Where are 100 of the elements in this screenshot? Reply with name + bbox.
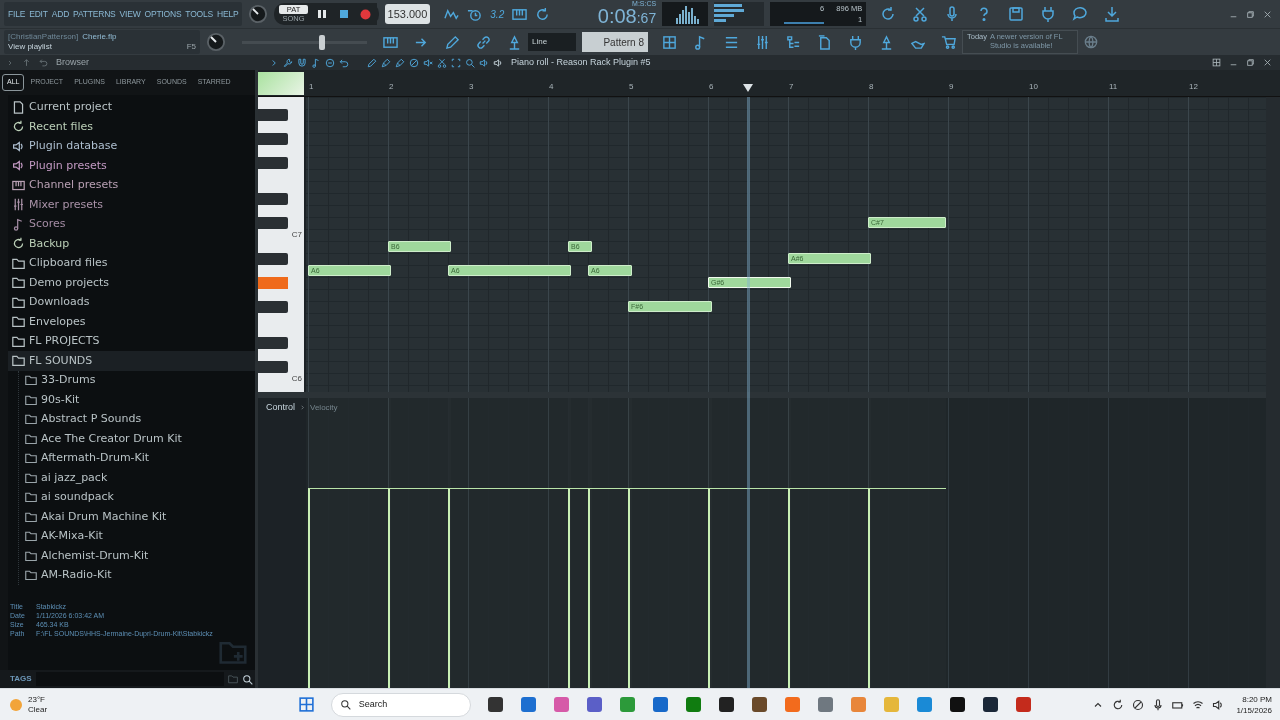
knob[interactable] <box>248 4 269 24</box>
app-icon[interactable] <box>948 696 966 713</box>
refresh-icon[interactable] <box>535 6 551 22</box>
plug-icon[interactable] <box>848 34 863 50</box>
tree-item[interactable]: Channel presets <box>8 175 255 195</box>
wrench-icon[interactable] <box>283 57 293 68</box>
tree-item[interactable]: Demo projects <box>8 273 255 293</box>
undo-icon[interactable] <box>339 57 349 68</box>
cut-icon[interactable] <box>437 57 447 68</box>
plug-icon[interactable] <box>1040 6 1057 22</box>
tree-item[interactable]: Aftermath-Drum-Kit <box>19 448 255 468</box>
cart-icon[interactable] <box>941 34 956 50</box>
list-icon[interactable] <box>724 34 739 50</box>
menu-item[interactable]: EDIT <box>29 7 48 21</box>
wave-icon[interactable] <box>444 6 460 22</box>
key-label: C7 <box>291 230 302 240</box>
select-icon[interactable] <box>451 57 461 68</box>
start-icon[interactable] <box>297 696 315 713</box>
app-icon[interactable] <box>486 696 504 713</box>
app-icon[interactable] <box>717 696 735 713</box>
circle-icon[interactable] <box>325 57 335 68</box>
pattern-selector[interactable]: Pattern 8 <box>582 32 648 52</box>
tree-item[interactable]: 90s-Kit <box>19 390 255 410</box>
grid-icon[interactable] <box>662 34 677 50</box>
keyboard-icon[interactable] <box>383 34 398 50</box>
caret-icon[interactable] <box>6 58 14 67</box>
grid-icon[interactable] <box>1212 58 1221 67</box>
refresh-icon[interactable] <box>880 6 897 22</box>
tempo-display[interactable]: 153.000 <box>384 3 431 25</box>
restore-icon[interactable] <box>1246 58 1255 67</box>
mixer-icon[interactable] <box>755 34 770 50</box>
folder-icon <box>12 256 25 270</box>
brush-icon[interactable] <box>381 57 391 68</box>
note-icon[interactable] <box>311 57 321 68</box>
tree-item[interactable]: Clipboard files <box>8 253 255 273</box>
undo-icon[interactable] <box>39 58 48 67</box>
magnet-icon[interactable] <box>297 57 307 68</box>
tree-item[interactable]: FL PROJECTS <box>8 331 255 351</box>
keyboard-icon[interactable] <box>512 6 528 22</box>
tree-item[interactable]: Akai Drum Machine Kit <box>19 507 255 527</box>
cut-icon[interactable] <box>912 6 929 22</box>
tree-item[interactable]: Current project <box>8 97 255 117</box>
close-icon[interactable] <box>1263 9 1272 19</box>
tree-icon[interactable] <box>786 34 801 50</box>
chat-icon[interactable] <box>1072 6 1089 22</box>
pages-icon[interactable] <box>817 34 832 50</box>
tree-item[interactable]: Alchemist-Drum-Kit <box>19 546 255 566</box>
tree-item[interactable]: ai jazz_pack <box>19 468 255 488</box>
link-icon[interactable] <box>476 34 491 50</box>
mute-icon[interactable] <box>423 57 433 68</box>
tree-item[interactable]: Plugin database <box>8 136 255 156</box>
wifi-icon[interactable] <box>1192 698 1205 711</box>
tree-item[interactable]: Envelopes <box>8 312 255 332</box>
pencil-icon[interactable] <box>445 34 460 50</box>
restore-icon[interactable] <box>1246 9 1255 19</box>
knob[interactable] <box>206 32 226 52</box>
temperature-text: 23°F <box>28 694 46 705</box>
slider-thumb[interactable] <box>319 34 325 50</box>
tree-item[interactable]: Recent files <box>8 117 255 137</box>
up-icon[interactable] <box>22 58 31 67</box>
search-box[interactable]: Search <box>330 692 471 717</box>
speaker-icon[interactable] <box>493 57 503 68</box>
zoom-icon[interactable] <box>242 673 253 685</box>
tree-item[interactable]: Abstract P Sounds <box>19 409 255 429</box>
tree-item[interactable]: Ace The Creator Drum Kit <box>19 429 255 449</box>
speaker-icon[interactable] <box>1212 698 1225 711</box>
brush-icon[interactable] <box>395 57 405 68</box>
pencil-icon[interactable] <box>367 57 377 68</box>
menu-item[interactable]: VIEW <box>119 7 141 21</box>
tree-item[interactable]: AK-Mixa-Kit <box>19 526 255 546</box>
save-icon[interactable] <box>1008 6 1025 22</box>
tree-item[interactable]: Backup <box>8 234 255 254</box>
prohibited-icon[interactable] <box>409 57 419 68</box>
tree-item[interactable]: 33-Drums <box>19 370 255 390</box>
tree-item[interactable]: AM-Radio-Kit <box>19 565 255 585</box>
menu-item[interactable]: ADD <box>51 7 70 21</box>
menu-item[interactable]: HELP <box>217 7 239 21</box>
stop-icon <box>339 10 348 18</box>
snap-dropdown[interactable]: Line <box>528 33 576 51</box>
menu-item[interactable]: OPTIONS <box>144 7 182 21</box>
microphone-icon[interactable] <box>1152 698 1165 711</box>
tree-item[interactable]: FL SOUNDS <box>8 351 255 371</box>
app-icon[interactable] <box>981 696 999 713</box>
countdown-toggle[interactable]: 3.2 <box>490 6 505 22</box>
folder-icon <box>12 334 25 348</box>
tree-item[interactable]: Mixer presets <box>8 195 255 215</box>
app-icon[interactable] <box>750 696 768 713</box>
refresh-icon[interactable] <box>1112 698 1125 711</box>
download-icon[interactable] <box>1104 6 1121 22</box>
globe-icon[interactable] <box>1084 35 1098 49</box>
tree-item[interactable]: Downloads <box>8 292 255 312</box>
menu-item[interactable]: FILE <box>8 7 26 21</box>
scrollbar[interactable] <box>1266 97 1280 688</box>
tree-item[interactable]: Scores <box>8 214 255 234</box>
prohibited-icon[interactable] <box>1132 698 1145 711</box>
menu-item[interactable]: TOOLS <box>185 7 214 21</box>
close-icon[interactable] <box>1263 58 1272 67</box>
tree-item[interactable]: ai soundpack <box>19 487 255 507</box>
menu-item[interactable]: PATTERNS <box>73 7 116 21</box>
tree-item[interactable]: Plugin presets <box>8 156 255 176</box>
